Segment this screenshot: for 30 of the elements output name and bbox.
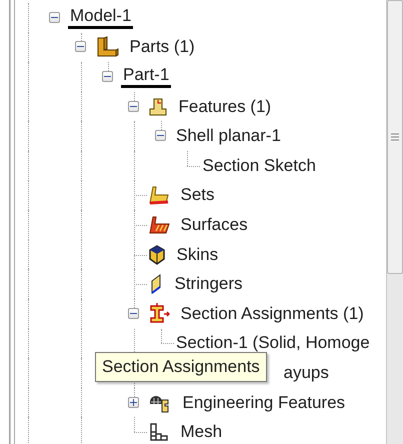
collapse-button[interactable] — [102, 70, 112, 82]
collapse-button[interactable] — [154, 130, 166, 142]
tree-item[interactable]: Shell planar-1 — [174, 126, 283, 146]
tree-item[interactable]: Stringers — [172, 274, 245, 294]
l-block-icon — [94, 36, 118, 58]
tree-item[interactable]: Section-1 (Solid, Homoge — [174, 333, 372, 354]
i-beam-icon — [148, 302, 170, 325]
tree-item[interactable]: Features (1) — [176, 96, 274, 117]
tree-item[interactable]: ayups — [282, 362, 331, 383]
tree-item[interactable]: Engineering Features — [180, 392, 348, 413]
tree-item[interactable]: Parts (1) — [128, 37, 197, 58]
hand-surface-icon — [148, 214, 170, 235]
collapse-button[interactable] — [75, 41, 86, 52]
collapse-button[interactable] — [48, 12, 60, 23]
tooltip: Section Assignments — [95, 352, 267, 382]
feature-icon — [148, 96, 168, 117]
hand-set-icon — [148, 185, 170, 206]
tree-item[interactable]: Part-1 — [121, 65, 172, 88]
collapse-button[interactable] — [128, 308, 139, 319]
tree-item[interactable]: Skins — [174, 244, 220, 265]
tree-item[interactable]: Surfaces — [178, 214, 250, 235]
tree-item[interactable]: Section Sketch — [200, 156, 318, 176]
tree-item[interactable]: Model-1 — [68, 6, 134, 30]
collapse-button[interactable] — [128, 100, 139, 112]
scrollbar-thumb[interactable] — [387, 0, 403, 274]
expand-button[interactable] — [128, 396, 139, 408]
cube-icon — [148, 244, 166, 265]
tree-item[interactable]: Section Assignments (1) — [178, 304, 366, 324]
tree-item[interactable]: Sets — [178, 185, 217, 206]
tree-item[interactable]: Mesh — [178, 422, 224, 442]
